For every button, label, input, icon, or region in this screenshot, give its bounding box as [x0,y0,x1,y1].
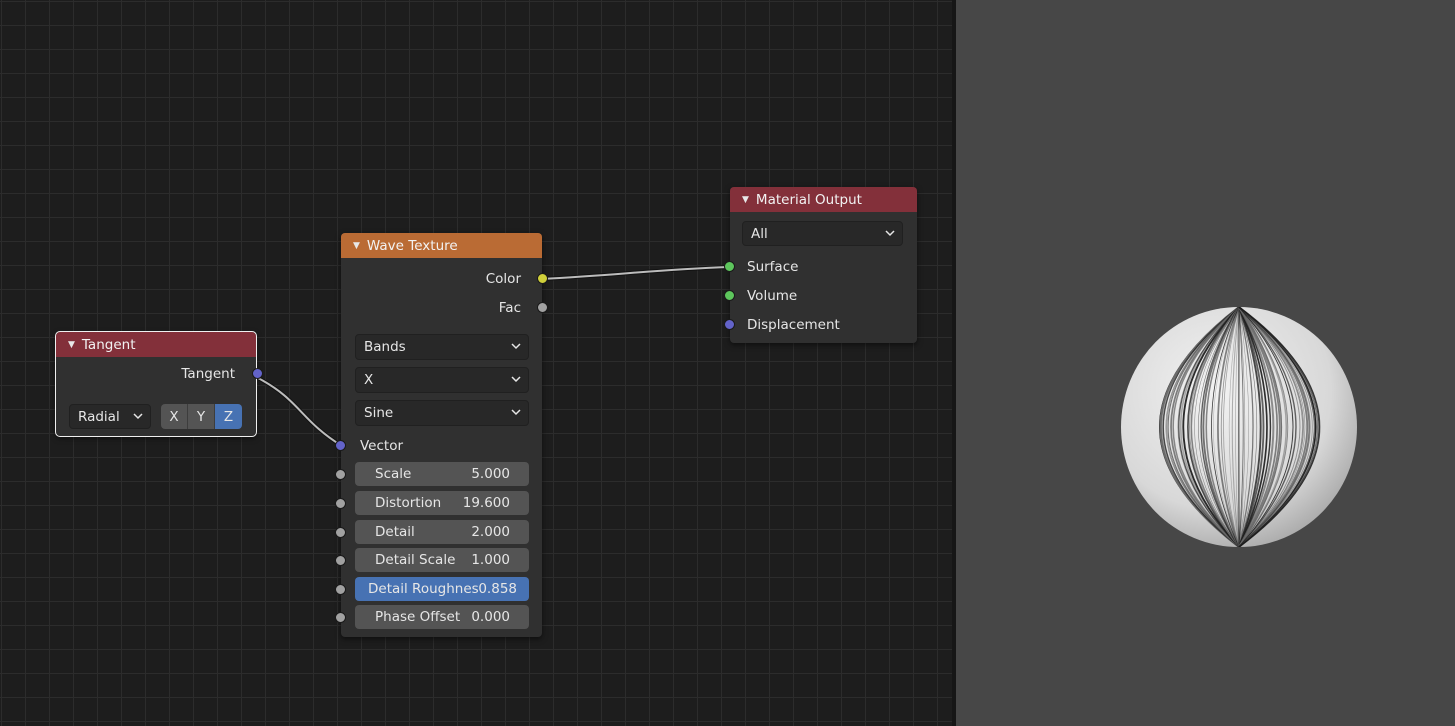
surface-input-row: Surface [724,252,917,281]
render-target-dropdown[interactable]: All [742,221,903,246]
chevron-down-icon [511,376,521,383]
surface-input-label: Surface [747,258,799,275]
axis-z-button[interactable]: Z [215,404,242,429]
chevron-down-icon [511,343,521,350]
fac-output-row: Fac [341,293,548,322]
phase-offset-input-socket[interactable] [335,611,346,623]
phase-offset-label: Phase Offset [375,609,461,625]
distortion-input-socket[interactable] [335,497,346,509]
chevron-down-icon [133,413,143,420]
collapse-arrow-icon[interactable]: ▼ [742,195,749,205]
detail-scale-input-socket[interactable] [335,554,346,566]
axis-y-button[interactable]: Y [188,404,215,429]
direction-type-dropdown[interactable]: Radial [69,404,151,429]
tangent-output-label: Tangent [181,365,235,382]
material-output-node-header[interactable]: ▼ Material Output [730,187,917,212]
phase-offset-field[interactable]: Phase Offset 0.000 [335,605,529,629]
color-output-row: Color [341,264,548,293]
detail-scale-field[interactable]: Detail Scale 1.000 [335,548,529,572]
volume-input-label: Volume [747,287,798,304]
wave-type-value: Bands [364,339,406,355]
3d-viewport[interactable] [956,0,1455,726]
color-output-label: Color [485,270,521,287]
displacement-input-socket[interactable] [724,319,735,330]
fac-output-label: Fac [498,299,521,316]
wave-profile-dropdown[interactable]: Sine [355,400,529,426]
bands-direction-value: X [364,372,374,388]
phase-offset-value: 0.000 [471,609,510,625]
tangent-output-socket[interactable] [252,368,263,379]
detail-roughness-value: 0.858 [478,581,517,597]
scale-value: 5.000 [471,466,510,482]
detail-field[interactable]: Detail 2.000 [335,520,529,544]
tangent-output-row: Tangent [56,359,263,388]
wave-profile-value: Sine [364,405,394,421]
displacement-input-row: Displacement [724,310,917,339]
collapse-arrow-icon[interactable]: ▼ [68,340,75,350]
vector-input-row: Vector [335,436,542,456]
detail-scale-value: 1.000 [471,552,510,568]
fac-output-socket[interactable] [537,302,548,313]
tangent-node[interactable]: ▼ Tangent Tangent Radial X Y Z [55,331,263,437]
detail-roughness-field[interactable]: Detail Roughnes 0.858 [335,577,529,601]
preview-sphere [1119,306,1359,548]
tangent-node-title: Tangent [81,336,136,353]
volume-input-socket[interactable] [724,290,735,301]
detail-label: Detail [375,524,415,540]
material-output-node[interactable]: ▼ Material Output All Surface Volume Dis… [724,187,917,343]
direction-type-value: Radial [78,408,120,425]
vector-input-socket[interactable] [335,440,346,451]
wave-texture-node[interactable]: ▼ Wave Texture Color Fac Bands X Sine Ve… [335,233,548,637]
distortion-value: 19.600 [462,495,510,511]
detail-roughness-label: Detail Roughnes [368,581,479,597]
detail-input-socket[interactable] [335,526,346,538]
axis-selector: X Y Z [161,404,242,429]
scale-label: Scale [375,466,412,482]
chevron-down-icon [511,409,521,416]
chevron-down-icon [885,230,895,237]
surface-input-socket[interactable] [724,261,735,272]
detail-scale-label: Detail Scale [375,552,456,568]
bands-direction-dropdown[interactable]: X [355,367,529,393]
scale-field[interactable]: Scale 5.000 [335,462,529,486]
render-target-value: All [751,225,768,242]
wave-texture-node-header[interactable]: ▼ Wave Texture [341,233,542,258]
material-output-node-title: Material Output [755,191,862,208]
vector-input-label: Vector [360,438,404,454]
displacement-input-label: Displacement [747,316,840,333]
detail-roughness-input-socket[interactable] [335,583,346,595]
color-output-socket[interactable] [537,273,548,284]
axis-x-button[interactable]: X [161,404,188,429]
distortion-field[interactable]: Distortion 19.600 [335,491,529,515]
scale-input-socket[interactable] [335,468,346,480]
detail-value: 2.000 [471,524,510,540]
distortion-label: Distortion [375,495,442,511]
wave-texture-node-title: Wave Texture [366,237,458,254]
collapse-arrow-icon[interactable]: ▼ [353,241,360,251]
volume-input-row: Volume [724,281,917,310]
wave-type-dropdown[interactable]: Bands [355,334,529,360]
tangent-node-header[interactable]: ▼ Tangent [56,332,256,357]
